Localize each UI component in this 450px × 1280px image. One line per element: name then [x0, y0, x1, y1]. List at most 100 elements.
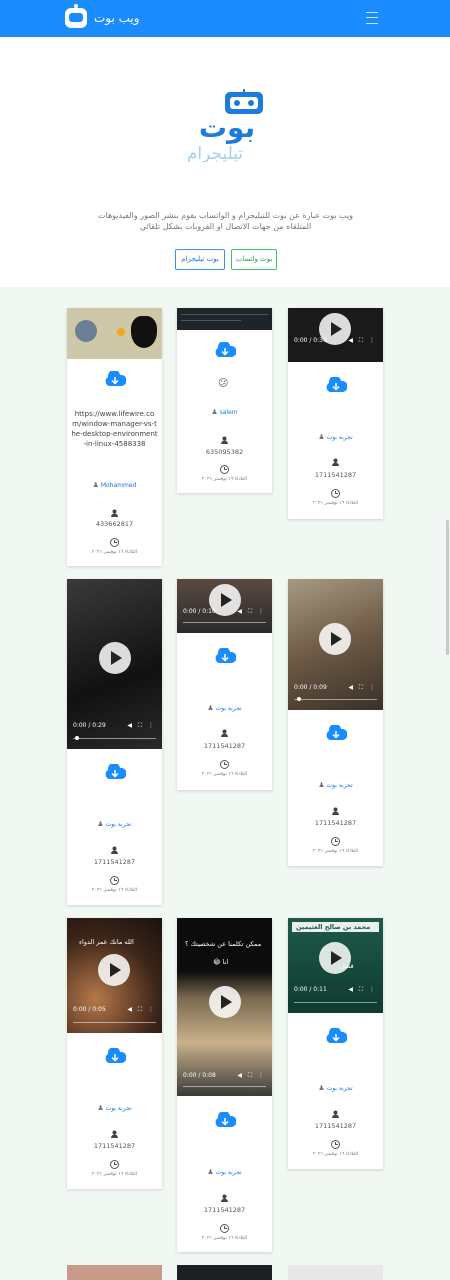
play-icon[interactable]	[209, 986, 241, 1018]
download-icon[interactable]	[104, 1048, 126, 1064]
contact-icon	[221, 436, 228, 444]
hero-section: بوت تيليجرام ويب بوت عبارة عن بوت للتيلي…	[0, 37, 450, 287]
user-icon: ♟	[318, 1084, 325, 1092]
download-icon[interactable]	[214, 342, 236, 358]
user-name: Mohammed ♟	[92, 481, 137, 489]
download-icon[interactable]	[104, 764, 126, 780]
user-id: 1711541287	[314, 1122, 357, 1130]
user-name: تجربة بوت ♟	[318, 781, 353, 789]
post-date: الثلاثاء ١٦ نوفمبر ٢٠٢١	[201, 772, 248, 777]
contact-icon	[332, 807, 339, 815]
video-player[interactable]: 0:00 / 0:29 ◀ ⛶ ⋮	[67, 579, 162, 749]
contact-icon	[332, 1110, 339, 1118]
user-name: تجربة بوت ♟	[207, 1168, 242, 1176]
video-player[interactable]	[177, 1265, 272, 1280]
post-card: 0:00 / 0:09 ◀ ⛶ ⋮ تجربة بوت ♟ 1711541287…	[288, 579, 383, 866]
post-card: ممكن تكلمنا عن شخصيتك ؟ انا 😂 0:00 / 0:0…	[177, 918, 272, 1252]
video-player[interactable]: 0:00 / 0:16 ◀ ⛶ ⋮	[177, 579, 272, 633]
brand-link[interactable]: ويب بوت	[65, 4, 140, 30]
whatsapp-bot-button[interactable]: بوت واتساب	[231, 249, 277, 270]
user-icon: ♟	[318, 433, 325, 441]
post-card: محمد بن صالح العثيمين فضل 0:00 / 0:11 ◀ …	[288, 918, 383, 1169]
hamburger-icon[interactable]	[366, 12, 378, 24]
video-time: 0:00 / 0:09	[294, 684, 327, 691]
video-player[interactable]: الله مانك عمر الدواء 0:00 / 0:05 ◀ ⛶ ⋮	[67, 918, 162, 1033]
post-date: الثلاثاء ١٦ نوفمبر ٢٠٢١	[201, 1236, 248, 1241]
video-controls-icon[interactable]: ◀ ⛶ ⋮	[127, 722, 156, 730]
video-time: 0:00 / 0:30	[294, 337, 327, 344]
clock-icon	[110, 538, 119, 547]
video-controls-icon[interactable]: ◀ ⛶ ⋮	[127, 1006, 156, 1014]
user-id: 1711541287	[314, 471, 357, 479]
download-icon[interactable]	[214, 648, 236, 664]
user-name: تجربة بوت ♟	[318, 433, 353, 441]
post-image[interactable]	[67, 1265, 162, 1280]
video-time: 0:00 / 0:29	[73, 722, 106, 729]
post-card	[67, 1265, 162, 1280]
telegram-bot-logo: بوت تيليجرام	[187, 89, 263, 162]
clock-icon	[220, 1224, 229, 1233]
post-card: 0:00 / 0:29 ◀ ⛶ ⋮ تجربة بوت ♟ 1711541287…	[67, 579, 162, 905]
user-name: تجربة بوت ♟	[97, 1104, 132, 1112]
user-name: تجربة بوت ♟	[207, 704, 242, 712]
user-name: تجربة بوت ♟	[97, 820, 132, 828]
post-card	[177, 1265, 272, 1280]
download-icon[interactable]	[214, 1112, 236, 1128]
video-player[interactable]: ممكن تكلمنا عن شخصيتك ؟ انا 😂 0:00 / 0:0…	[177, 918, 272, 1096]
download-icon[interactable]	[325, 377, 347, 393]
post-date: الثلاثاء ١٦ نوفمبر ٢٠٢١	[91, 550, 138, 555]
user-icon: ♟	[211, 408, 218, 416]
user-icon: ♟	[207, 1168, 214, 1176]
video-controls-icon[interactable]: ◀ ⛶ ⋮	[348, 986, 377, 994]
user-icon: ♟	[318, 781, 325, 789]
clock-icon	[331, 489, 340, 498]
user-icon: ♟	[92, 481, 99, 489]
video-time: 0:00 / 0:11	[294, 986, 327, 993]
user-icon: ♟	[207, 704, 214, 712]
telegram-bot-button[interactable]: بوت تيليجرام	[175, 249, 225, 270]
user-id: 1711541287	[203, 1206, 246, 1214]
scrollbar[interactable]	[446, 520, 449, 655]
user-id: 433662817	[95, 520, 134, 528]
brand-name: ويب بوت	[94, 11, 140, 25]
video-player[interactable]: محمد بن صالح العثيمين فضل 0:00 / 0:11 ◀ …	[288, 918, 383, 1013]
post-date: الثلاثاء ١٦ نوفمبر ٢٠٢١	[91, 888, 138, 893]
video-player[interactable]: 0:00 / 0:30 ◀ ⛶ ⋮	[288, 308, 383, 362]
post-emoji: 😕	[218, 378, 229, 389]
robot-logo-icon	[65, 4, 87, 28]
contact-icon	[111, 1130, 118, 1138]
user-name: salem ♟	[211, 408, 238, 416]
post-date: الثلاثاء ١٦ نوفمبر ٢٠٢١	[312, 1152, 359, 1157]
video-controls-icon[interactable]: ◀ ⛶ ⋮	[237, 608, 266, 616]
post-date: الثلاثاء ١٦ نوفمبر ٢٠٢١	[312, 501, 359, 506]
download-icon[interactable]	[325, 725, 347, 741]
video-player[interactable]: 0:00 / 0:09 ◀ ⛶ ⋮	[288, 579, 383, 710]
contact-icon	[111, 509, 118, 517]
post-card: https://www.lifewire.com/window-manager-…	[67, 308, 162, 566]
download-icon[interactable]	[325, 1028, 347, 1044]
play-icon[interactable]	[98, 954, 130, 986]
video-controls-icon[interactable]: ◀ ⛶ ⋮	[237, 1072, 266, 1080]
post-image[interactable]	[177, 308, 272, 330]
play-icon[interactable]	[319, 623, 351, 655]
video-overlay-text: الله مانك عمر الدواء	[79, 938, 134, 946]
post-url[interactable]: https://www.lifewire.com/window-manager-…	[71, 409, 158, 449]
post-image[interactable]	[67, 308, 162, 359]
post-date: الثلاثاء ١٦ نوفمبر ٢٠٢١	[91, 1172, 138, 1177]
clock-icon	[220, 465, 229, 474]
contact-icon	[221, 729, 228, 737]
post-card: 0:00 / 0:30 ◀ ⛶ ⋮ تجربة بوت ♟ 1711541287…	[288, 308, 383, 519]
video-time: 0:00 / 0:08	[183, 1072, 216, 1079]
play-icon[interactable]	[319, 942, 351, 974]
video-controls-icon[interactable]: ◀ ⛶ ⋮	[348, 337, 377, 345]
video-time: 0:00 / 0:16	[183, 608, 216, 615]
download-icon[interactable]	[104, 371, 126, 387]
user-id: 1711541287	[93, 858, 136, 866]
post-card: الله مانك عمر الدواء 0:00 / 0:05 ◀ ⛶ ⋮ ت…	[67, 918, 162, 1189]
clock-icon	[331, 837, 340, 846]
post-image[interactable]	[288, 1265, 383, 1280]
video-controls-icon[interactable]: ◀ ⛶ ⋮	[348, 684, 377, 692]
play-icon[interactable]	[99, 642, 131, 674]
post-card: 0:00 / 0:16 ◀ ⛶ ⋮ تجربة بوت ♟ 1711541287…	[177, 579, 272, 790]
video-overlay-text: محمد بن صالح العثيمين	[296, 923, 371, 931]
